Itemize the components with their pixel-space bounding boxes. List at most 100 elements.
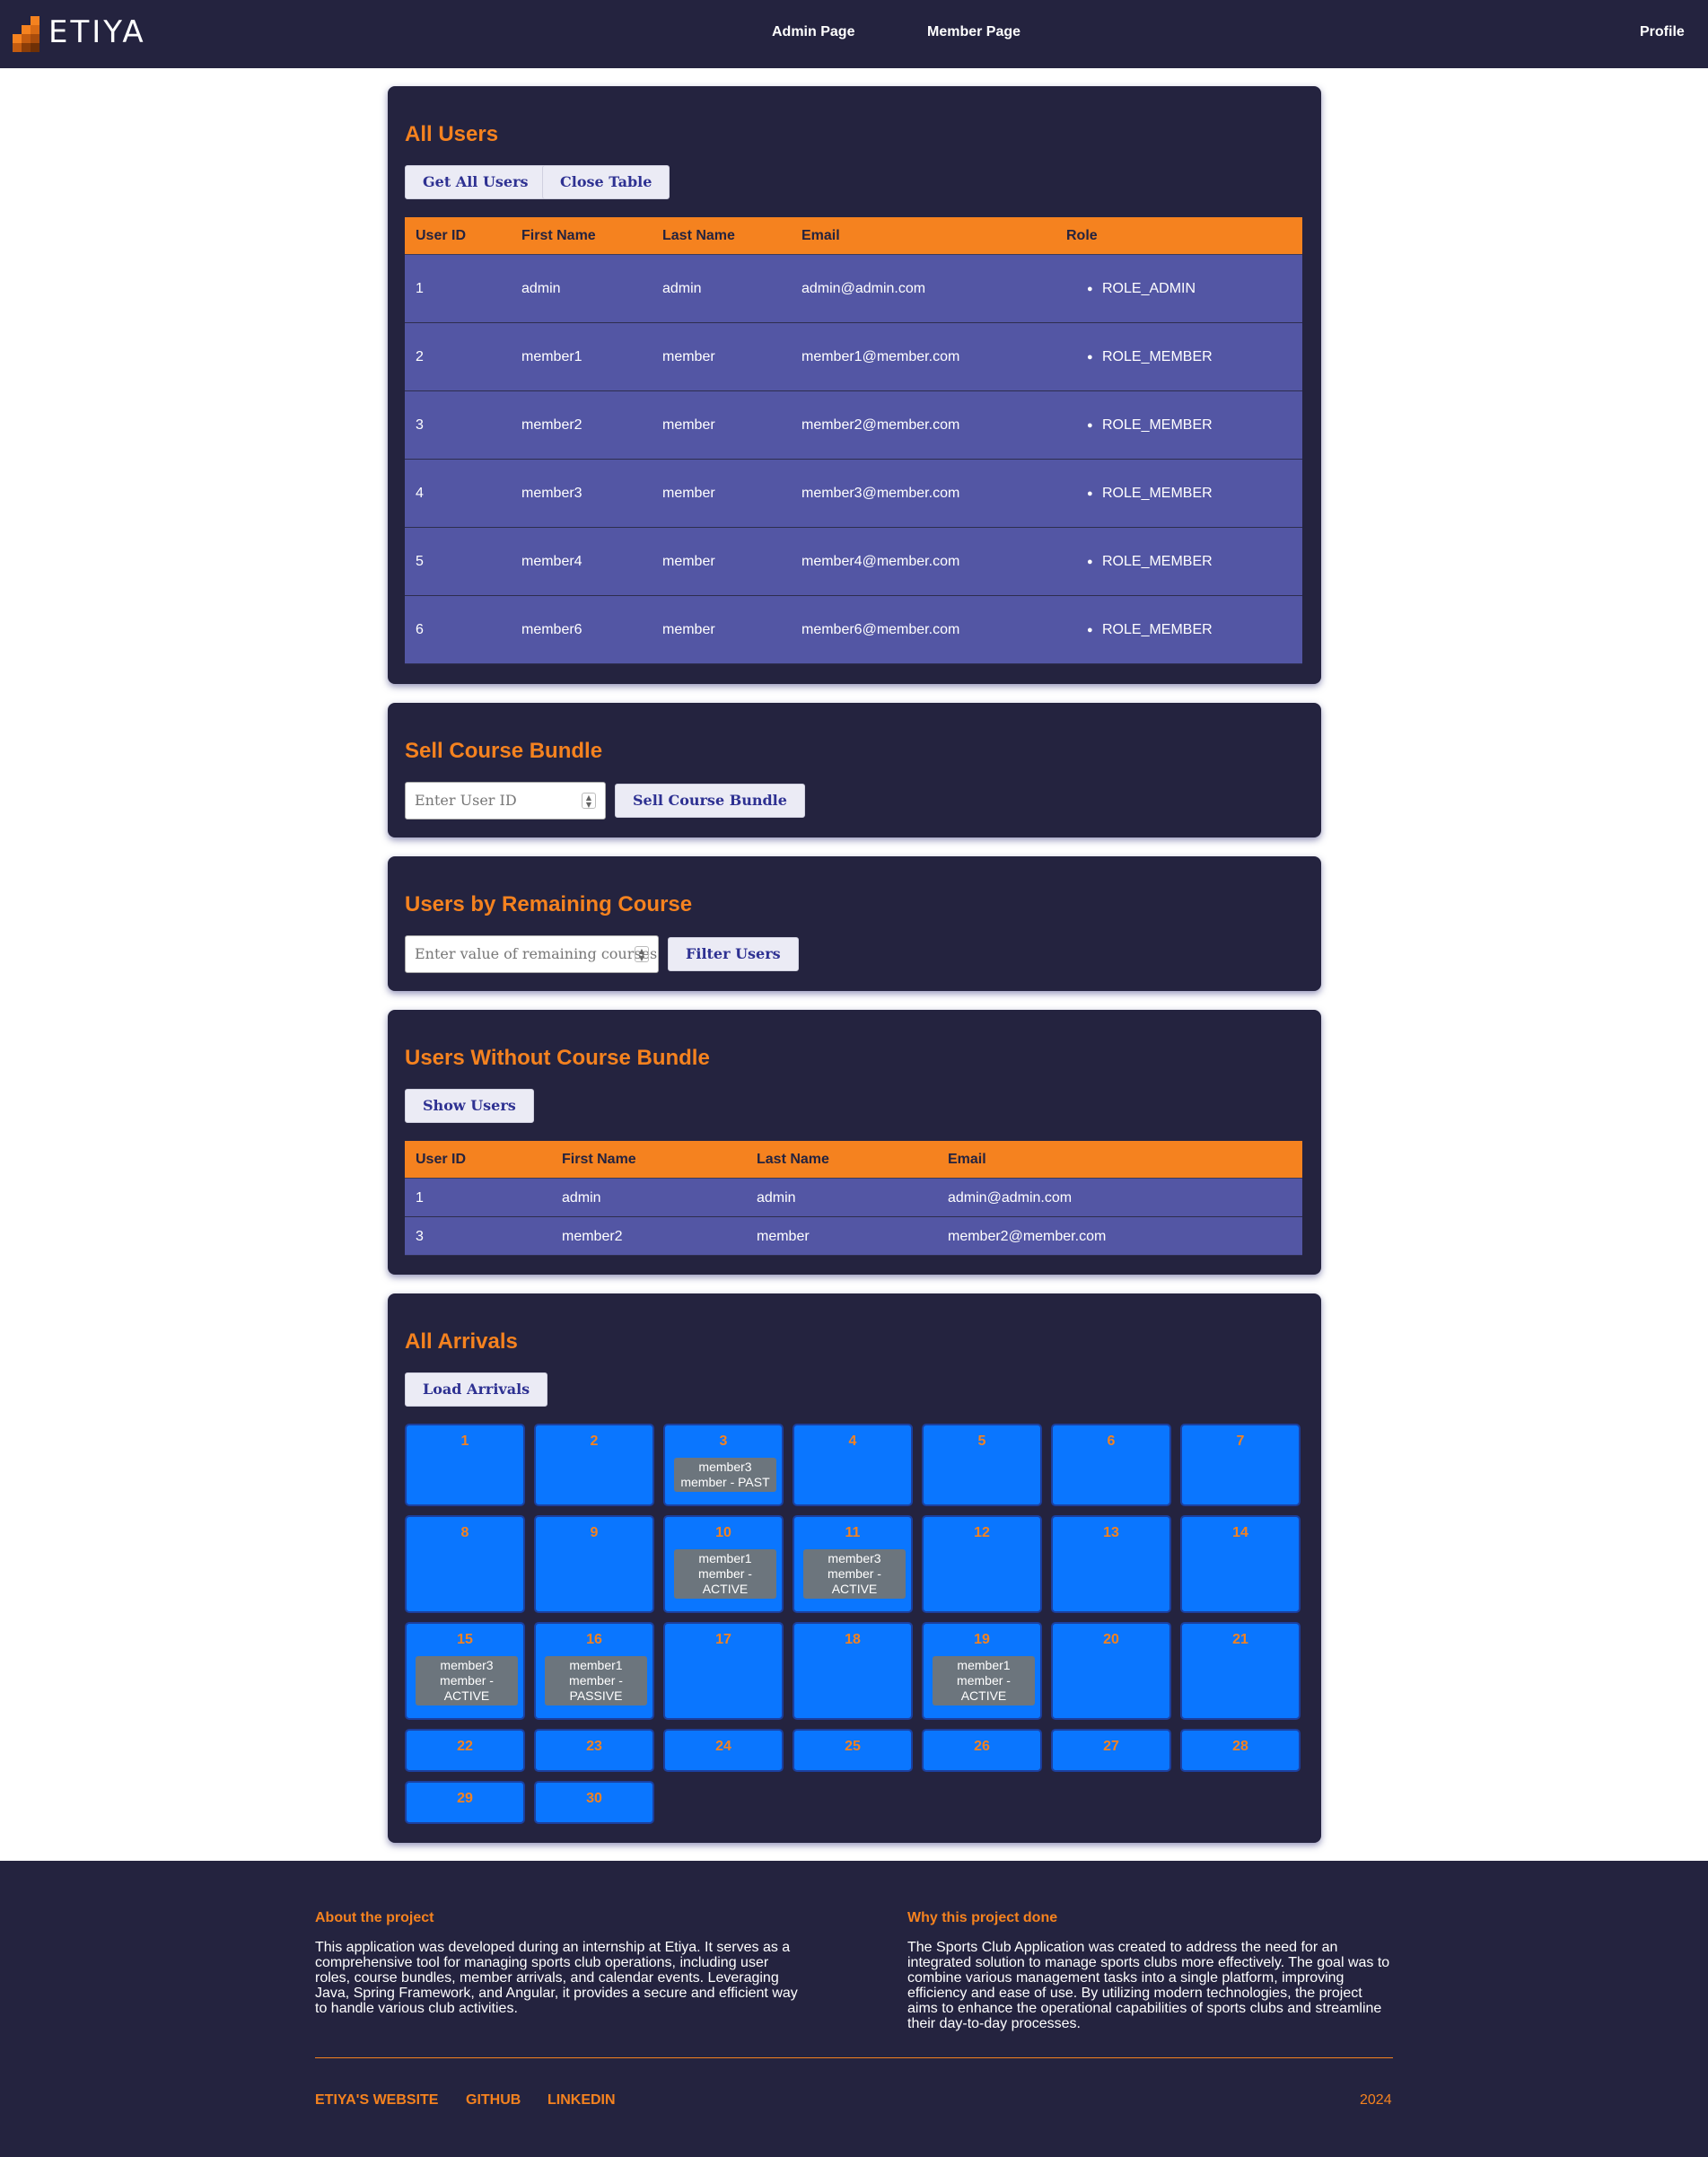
event-line: member3 [828,1551,881,1565]
table-header: User ID First Name Last Name Email Role [405,217,1302,255]
calendar-day-2[interactable]: 2 [534,1424,654,1506]
table-row: 1 admin admin admin@admin.com [405,1179,1302,1217]
calendar-day-29[interactable]: 29 [405,1781,525,1824]
cell-email: member3@member.com [801,486,960,501]
day-number: 18 [845,1632,861,1647]
show-users-button[interactable]: Show Users [405,1089,534,1123]
calendar-day-23[interactable]: 23 [534,1729,654,1772]
cell-first: member6 [521,622,582,637]
cell-id: 5 [416,554,424,569]
get-all-users-button[interactable]: Get All Users [405,165,547,199]
paragraph-line: combine various management tasks into a … [907,1970,1345,1986]
brand-logo[interactable]: ETIYA [13,13,146,52]
calendar-day-15[interactable]: 15 member3 member - ACTIVE [405,1622,525,1720]
calendar-day-19[interactable]: 19 member1 member - ACTIVE [922,1622,1042,1720]
cell-email: member6@member.com [801,622,960,637]
calendar-day-14[interactable]: 14 [1180,1515,1301,1613]
calendar-day-6[interactable]: 6 [1051,1424,1171,1506]
day-number: 22 [457,1739,473,1754]
arrival-event[interactable]: member1 member - ACTIVE [674,1549,776,1599]
number-spinner-icon[interactable]: ▲ ▼ [582,793,596,809]
calendar-day-11[interactable]: 11 member3 member - ACTIVE [793,1515,913,1613]
event-line: member - [569,1673,623,1688]
cell-first: member1 [521,349,582,364]
calendar-day-24[interactable]: 24 [663,1729,784,1772]
arrival-event[interactable]: member3 member - ACTIVE [803,1549,906,1599]
day-number: 23 [586,1739,602,1754]
calendar-day-7[interactable]: 7 [1180,1424,1301,1506]
cell-id: 3 [416,1229,424,1244]
day-number: 1 [460,1434,469,1449]
calendar-day-16[interactable]: 16 member1 member - PASSIVE [534,1622,654,1720]
cell-last: member [757,1229,810,1244]
table-row: 1 admin admin admin@admin.com ● ROLE_ADMIN [405,255,1302,323]
load-arrivals-button[interactable]: Load Arrivals [405,1372,548,1407]
day-number: 11 [845,1525,861,1540]
remaining-courses-input[interactable]: Enter value of remaining courses ▲ ▼ [405,935,659,973]
calendar-day-9[interactable]: 9 [534,1515,654,1613]
calendar-day-8[interactable]: 8 [405,1515,525,1613]
day-number: 7 [1236,1434,1245,1449]
github-link[interactable]: GITHUB [466,2092,521,2109]
without-bundle-table: User ID First Name Last Name Email 1 admi… [405,1141,1302,1256]
day-number: 28 [1232,1739,1248,1754]
nav-profile[interactable]: Profile [1640,24,1685,40]
nav-admin-page[interactable]: Admin Page [772,24,854,40]
number-spinner-icon[interactable]: ▲ ▼ [635,946,649,962]
arrival-event[interactable]: member3 member - PAST [674,1458,776,1492]
calendar-day-25[interactable]: 25 [793,1729,913,1772]
calendar-day-5[interactable]: 5 [922,1424,1042,1506]
arrival-event[interactable]: member1 member - PASSIVE [545,1656,647,1705]
bullet-icon: ● [1087,557,1093,567]
calendar-day-27[interactable]: 27 [1051,1729,1171,1772]
day-number: 19 [974,1632,990,1647]
arrival-event[interactable]: member1 member - ACTIVE [933,1656,1035,1705]
paragraph-line: This application was developed during an… [315,1940,791,1955]
cell-email: admin@admin.com [801,281,926,296]
day-number: 20 [1103,1632,1119,1647]
cell-id: 2 [416,349,424,364]
calendar-day-13[interactable]: 13 [1051,1515,1171,1613]
cell-email: member2@member.com [948,1229,1107,1244]
cell-last: admin [662,281,702,296]
table-body: 1 admin admin admin@admin.com ● ROLE_ADMIN 2 me… [405,255,1302,664]
linkedin-link[interactable]: LINKEDIN [547,2092,616,2109]
calendar-day-20[interactable]: 20 [1051,1622,1171,1720]
etiya-website-link[interactable]: ETIYA'S WEBSITE [315,2092,438,2109]
day-number: 27 [1103,1739,1119,1754]
event-line: member - [698,1566,752,1581]
calendar-day-30[interactable]: 30 [534,1781,654,1824]
day-number: 9 [590,1525,599,1540]
calendar-day-21[interactable]: 21 [1180,1622,1301,1720]
close-table-button[interactable]: Close Table [542,165,670,199]
nav-member-page[interactable]: Member Page [927,24,1020,40]
day-number: 29 [457,1791,473,1806]
paragraph-line: Java, Spring Framework, and Angular, it … [315,1986,798,2001]
filter-users-button[interactable]: Filter Users [668,937,799,971]
calendar-day-12[interactable]: 12 [922,1515,1042,1613]
calendar-day-17[interactable]: 17 [663,1622,784,1720]
cell-last: member [662,417,715,433]
sell-bundle-button[interactable]: Sell Course Bundle [615,784,805,818]
calendar-day-18[interactable]: 18 [793,1622,913,1720]
event-line: ACTIVE [831,1582,878,1596]
arrival-event[interactable]: member3 member - ACTIVE [416,1656,518,1705]
calendar-day-1[interactable]: 1 [405,1424,525,1506]
etiya-logo-icon [13,13,43,52]
cell-role: ROLE_ADMIN [1102,281,1196,296]
calendar-day-4[interactable]: 4 [793,1424,913,1506]
table-row: 2 member1 member member1@member.com ● ROLE_ME… [405,323,1302,391]
calendar-day-3[interactable]: 3 member3 member - PAST [663,1424,784,1506]
calendar-day-26[interactable]: 26 [922,1729,1042,1772]
calendar-day-10[interactable]: 10 member1 member - ACTIVE [663,1515,784,1613]
calendar-day-28[interactable]: 28 [1180,1729,1301,1772]
calendar-day-22[interactable]: 22 [405,1729,525,1772]
event-line: member1 [698,1551,752,1565]
day-number: 15 [457,1632,473,1647]
user-id-input[interactable]: Enter User ID ▲ ▼ [405,782,606,820]
day-number: 8 [460,1525,469,1540]
bullet-icon: ● [1087,420,1093,431]
cell-first: member4 [521,554,582,569]
column-header: User ID [416,1152,467,1167]
paragraph-line: The Sports Club Application was created … [907,1940,1338,1955]
